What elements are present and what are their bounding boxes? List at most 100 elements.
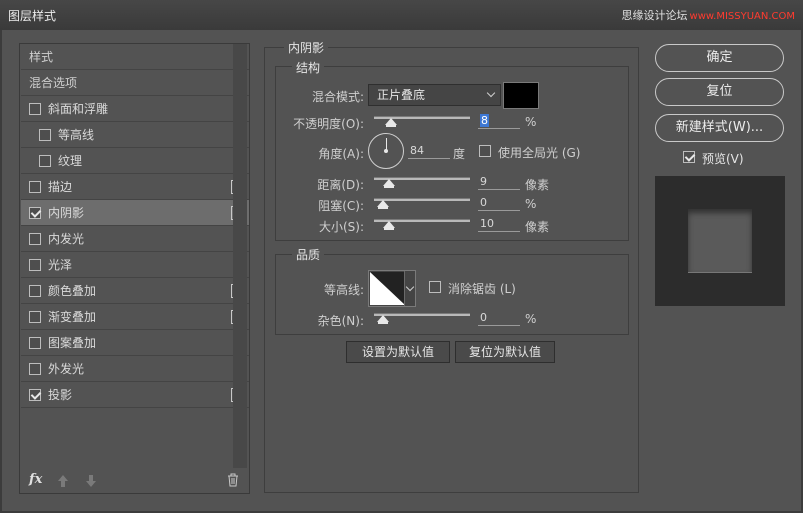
angle-unit: 度 bbox=[453, 147, 466, 161]
opacity-slider[interactable] bbox=[374, 116, 470, 127]
inner-shadow-title: 内阴影 bbox=[284, 39, 329, 56]
slider-thumb[interactable] bbox=[377, 200, 389, 209]
distance-label: 距离(D): bbox=[317, 178, 364, 192]
watermark: 思缘设计论坛 www.MISSYUAN.COM bbox=[621, 9, 795, 22]
choke-input[interactable]: 0 bbox=[478, 195, 520, 211]
style-list-item-label: 内发光 bbox=[48, 232, 85, 246]
style-checkbox[interactable] bbox=[29, 362, 41, 375]
opacity-input[interactable]: 8 bbox=[478, 113, 520, 129]
reset-button[interactable]: 复位 bbox=[655, 78, 784, 106]
chevron-down-icon bbox=[486, 88, 496, 98]
style-list-item-label: 斜面和浮雕 bbox=[48, 102, 109, 116]
style-list-item[interactable]: 颜色叠加 bbox=[21, 278, 249, 304]
style-checkbox[interactable] bbox=[29, 180, 41, 193]
move-down-icon[interactable] bbox=[85, 474, 97, 488]
choke-unit: % bbox=[525, 197, 537, 211]
noise-input[interactable]: 0 bbox=[478, 310, 520, 326]
slider-thumb[interactable] bbox=[377, 315, 389, 324]
style-list-item-label: 外发光 bbox=[48, 362, 85, 376]
structure-title: 结构 bbox=[292, 59, 325, 76]
distance-slider[interactable] bbox=[374, 177, 470, 188]
contour-preview bbox=[370, 272, 405, 305]
style-list-item[interactable]: 斜面和浮雕 bbox=[21, 96, 249, 122]
angle-label: 角度(A): bbox=[318, 147, 364, 161]
style-checkbox[interactable] bbox=[29, 310, 41, 323]
size-slider[interactable] bbox=[374, 219, 470, 230]
angle-dial[interactable] bbox=[368, 133, 404, 169]
style-list-item-label: 纹理 bbox=[58, 154, 83, 168]
style-checkbox[interactable] bbox=[29, 232, 41, 245]
shadow-color-swatch[interactable] bbox=[503, 82, 539, 109]
chevron-down-icon[interactable] bbox=[404, 271, 415, 306]
style-list-item[interactable]: 渐变叠加 bbox=[21, 304, 249, 330]
window-title: 图层样式 bbox=[8, 9, 57, 23]
noise-label: 杂色(N): bbox=[317, 314, 364, 328]
style-list-item[interactable]: 描边 bbox=[21, 174, 249, 200]
distance-input[interactable]: 9 bbox=[478, 174, 520, 190]
preview-checkbox[interactable] bbox=[683, 151, 695, 163]
list-scrollbar[interactable] bbox=[233, 44, 247, 468]
set-default-button[interactable]: 设置为默认值 bbox=[346, 341, 450, 363]
style-list-item-label: 样式 bbox=[29, 50, 54, 64]
size-unit: 像素 bbox=[525, 220, 550, 234]
blend-mode-select[interactable]: 正片叠底 bbox=[368, 84, 501, 106]
antialias-checkbox[interactable] bbox=[429, 281, 441, 293]
move-up-icon[interactable] bbox=[57, 474, 69, 488]
style-list-item-label: 颜色叠加 bbox=[48, 284, 97, 298]
global-light-label: 使用全局光 (G) bbox=[498, 146, 581, 160]
new-style-button[interactable]: 新建样式(W)... bbox=[655, 114, 784, 142]
blend-mode-label: 混合模式: bbox=[311, 90, 364, 104]
preview-swatch bbox=[688, 209, 752, 273]
style-checkbox[interactable] bbox=[39, 128, 51, 141]
preview-label: 预览(V) bbox=[702, 152, 744, 166]
style-list-item[interactable]: 光泽 bbox=[21, 252, 249, 278]
style-checkbox[interactable] bbox=[29, 102, 41, 115]
style-list-item[interactable]: 纹理 bbox=[21, 148, 249, 174]
size-label: 大小(S): bbox=[318, 220, 364, 234]
reset-default-button[interactable]: 复位为默认值 bbox=[455, 341, 555, 363]
style-checkbox[interactable] bbox=[29, 388, 41, 401]
antialias-label: 消除锯齿 (L) bbox=[448, 282, 516, 296]
style-list-item-label: 渐变叠加 bbox=[48, 310, 97, 324]
title-bar: 图层样式 思缘设计论坛 www.MISSYUAN.COM bbox=[0, 0, 803, 30]
style-checkbox[interactable] bbox=[29, 336, 41, 349]
style-list-item[interactable]: 投影 bbox=[21, 382, 249, 408]
trash-icon[interactable] bbox=[227, 473, 239, 487]
style-list-item[interactable]: 外发光 bbox=[21, 356, 249, 382]
style-list-item[interactable]: 样式 bbox=[21, 44, 249, 70]
ok-button[interactable]: 确定 bbox=[655, 44, 784, 72]
style-list-item[interactable]: 内阴影 bbox=[21, 200, 249, 226]
style-list-item-label: 光泽 bbox=[48, 258, 73, 272]
style-list-footer: fx bbox=[21, 468, 250, 494]
slider-thumb[interactable] bbox=[385, 118, 397, 127]
style-list-item[interactable]: 图案叠加 bbox=[21, 330, 249, 356]
style-list-item-label: 描边 bbox=[48, 180, 73, 194]
layer-style-dialog: 样式 混合选项 斜面和浮雕 等高线 纹理 描边 内阴影 内发光 光泽 颜色叠加 渐变叠加 图案叠加 外发… bbox=[2, 30, 801, 511]
angle-input[interactable]: 84 bbox=[408, 143, 450, 159]
style-list-item-label: 等高线 bbox=[58, 128, 95, 142]
style-checkbox[interactable] bbox=[29, 206, 41, 219]
style-list-item[interactable]: 混合选项 bbox=[21, 70, 249, 96]
noise-slider[interactable] bbox=[374, 313, 470, 324]
fx-button[interactable]: fx bbox=[29, 472, 42, 487]
style-list-item[interactable]: 等高线 bbox=[21, 122, 249, 148]
style-preview bbox=[655, 176, 785, 306]
opacity-label: 不透明度(O): bbox=[293, 117, 364, 131]
size-input[interactable]: 10 bbox=[478, 216, 520, 232]
global-light-checkbox[interactable] bbox=[479, 145, 491, 157]
choke-label: 阻塞(C): bbox=[318, 199, 364, 213]
style-list-panel: 样式混合选项斜面和浮雕等高线纹理描边内阴影内发光光泽颜色叠加渐变叠加图案叠加外发… bbox=[19, 43, 250, 494]
style-checkbox[interactable] bbox=[29, 284, 41, 297]
slider-thumb[interactable] bbox=[383, 221, 395, 230]
style-list-item[interactable]: 内发光 bbox=[21, 226, 249, 252]
style-checkbox[interactable] bbox=[29, 258, 41, 271]
slider-thumb[interactable] bbox=[383, 179, 395, 188]
opacity-unit: % bbox=[525, 115, 537, 129]
quality-title: 品质 bbox=[292, 246, 325, 263]
choke-slider[interactable] bbox=[374, 198, 470, 209]
style-list-item-label: 图案叠加 bbox=[48, 336, 97, 350]
style-list-item-label: 混合选项 bbox=[29, 76, 78, 90]
contour-picker[interactable] bbox=[368, 270, 416, 307]
style-checkbox[interactable] bbox=[39, 154, 51, 167]
contour-label: 等高线: bbox=[323, 283, 364, 297]
